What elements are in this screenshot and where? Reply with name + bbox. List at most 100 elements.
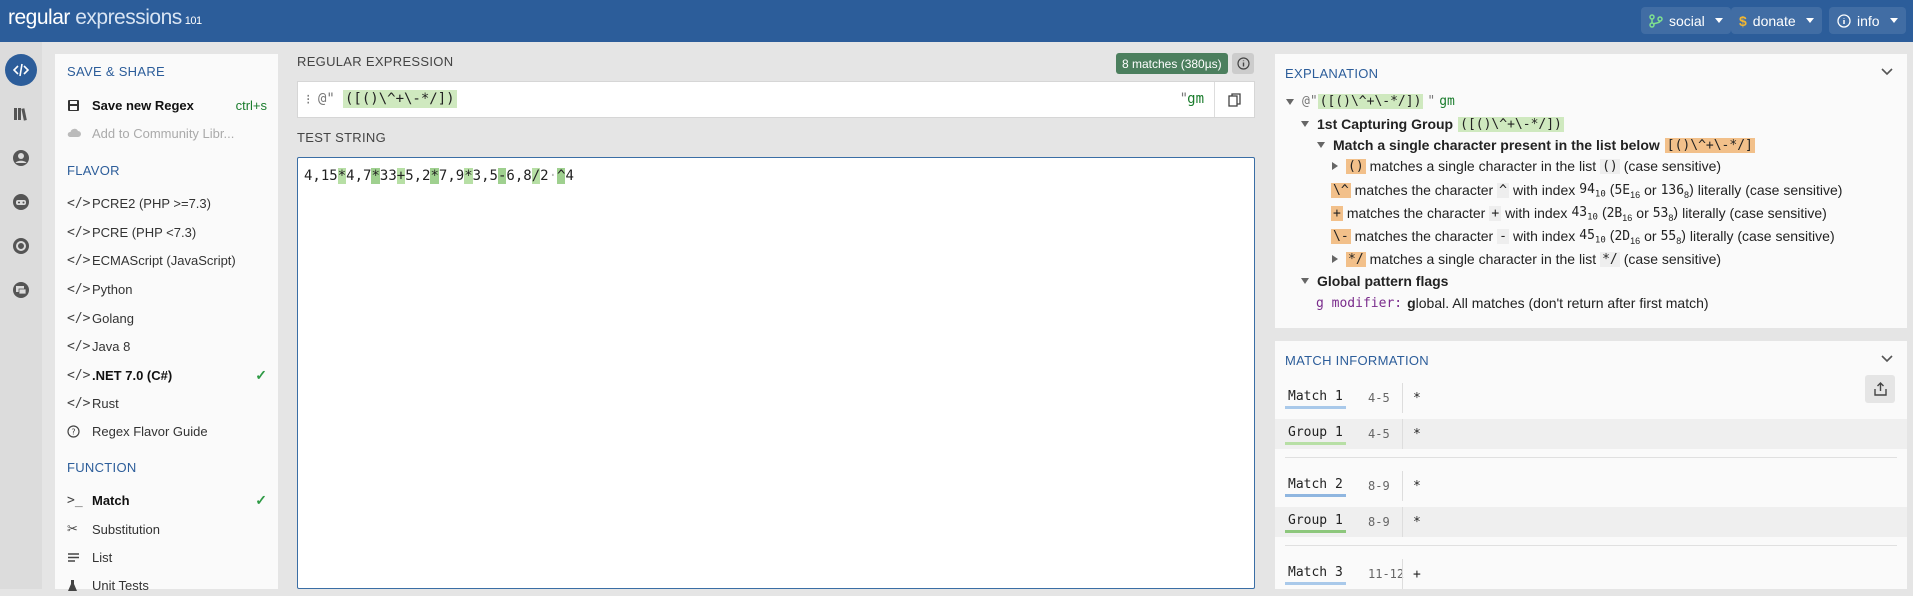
explanation-flags[interactable]: Global pattern flags: [1301, 273, 1448, 289]
chevron-down-icon[interactable]: [1881, 355, 1893, 363]
expand-triangle-icon[interactable]: [1286, 98, 1294, 105]
expand-triangle-icon[interactable]: [1301, 121, 1309, 127]
donate-button[interactable]: $ donate: [1731, 7, 1822, 34]
match-highlight[interactable]: /: [531, 168, 541, 184]
svg-text:?: ?: [71, 427, 75, 436]
group-row[interactable]: Group 1 8-9 *: [1275, 507, 1907, 537]
save-icon: [67, 99, 85, 112]
copy-button[interactable]: [1214, 82, 1254, 117]
explanation-set[interactable]: Match a single character present in the …: [1317, 137, 1755, 153]
flavor-rust[interactable]: </> Rust: [67, 392, 267, 414]
root-prefix: @": [1302, 94, 1318, 109]
explanation-group[interactable]: 1st Capturing Group ([()\^+\-*/]): [1301, 116, 1564, 132]
explanation-line-plus: + matches the character + with index 431…: [1331, 204, 1827, 223]
flavor-golang[interactable]: </> Golang: [67, 307, 267, 329]
code-icon: [13, 63, 29, 77]
rail-chat-button[interactable]: [5, 274, 37, 306]
regex-heading: REGULAR EXPRESSION: [297, 54, 454, 69]
test-string-text: 4,15*4,7*33+5,2*7,9*3,5-6,8/2·^4: [304, 168, 574, 184]
rail-editor-button[interactable]: [5, 54, 37, 86]
explanation-root[interactable]: @" ([()\^+\-*/]) " gm: [1286, 94, 1455, 109]
regex-pattern[interactable]: ([()\^+\-*/]): [343, 90, 457, 108]
explanation-g-modifier: g modifier: g lobal. All matches (don't r…: [1316, 295, 1709, 311]
sidebar: SAVE & SHARE Save new Regex ctrl+s Add t…: [55, 54, 278, 593]
terminal-icon: >_: [67, 492, 83, 508]
expand-triangle-icon[interactable]: [1301, 278, 1309, 284]
rail-quiz-button[interactable]: [5, 186, 37, 218]
match-highlight[interactable]: *: [337, 168, 347, 184]
regex-info-button[interactable]: [1232, 53, 1254, 74]
expand-triangle-icon[interactable]: [1332, 162, 1338, 170]
branch-icon: [1649, 13, 1663, 28]
rail-settings-button[interactable]: [5, 230, 37, 262]
flavor-label: PCRE2 (PHP >=7.3): [92, 195, 211, 211]
info-label: info: [1857, 12, 1880, 29]
flavor-java[interactable]: </> Java 8: [67, 335, 267, 357]
group-row[interactable]: Group 1 4-5 *: [1275, 419, 1907, 449]
logo[interactable]: regular expressions 101: [8, 6, 202, 30]
flavor-python[interactable]: </> Python: [67, 278, 267, 300]
g-modifier-label: g modifier:: [1316, 295, 1403, 311]
social-button[interactable]: social: [1641, 7, 1731, 34]
test-text-segment: 7,9: [438, 168, 465, 184]
function-match[interactable]: >_ Match ✓: [67, 489, 267, 511]
line3-hex: 2B: [1606, 206, 1623, 221]
match-row[interactable]: Match 2 8-9 *: [1275, 471, 1907, 501]
group-range: 4-5: [1368, 427, 1390, 441]
rail-library-button[interactable]: [5, 98, 37, 130]
match-row[interactable]: Match 1 4-5 *: [1275, 383, 1907, 413]
root-pattern: ([()\^+\-*/]): [1317, 94, 1424, 109]
line3-dec: 4310: [1571, 204, 1598, 223]
flavor-pcre2[interactable]: </> PCRE2 (PHP >=7.3): [67, 192, 267, 214]
flavor-label: Rust: [92, 395, 119, 411]
function-unit-tests[interactable]: Unit Tests: [67, 574, 267, 596]
info-button[interactable]: info: [1829, 7, 1906, 34]
match-highlight[interactable]: *: [464, 168, 473, 184]
match-highlight[interactable]: +: [396, 168, 406, 184]
match-highlight[interactable]: *: [371, 168, 380, 184]
line5-tail: (case sensitive): [1623, 251, 1722, 267]
group-range: 8-9: [1368, 515, 1390, 529]
add-to-community-button[interactable]: Add to Community Libr...: [67, 122, 267, 144]
function-label: Substitution: [92, 521, 160, 537]
test-text-segment: 5,2: [405, 168, 431, 184]
match-highlight[interactable]: *: [430, 168, 439, 184]
check-icon: ✓: [255, 366, 267, 383]
explanation-line-parens[interactable]: () matches a single character in the lis…: [1332, 158, 1721, 174]
function-label: Unit Tests: [92, 577, 149, 593]
regex-input[interactable]: ⁝ @" ([()\^+\-*/]) " gm: [297, 81, 1255, 118]
function-list[interactable]: List: [67, 546, 267, 568]
regex-prefix: @": [318, 91, 335, 107]
save-regex-button[interactable]: Save new Regex ctrl+s: [67, 94, 267, 116]
test-text-segment: 4: [565, 168, 574, 184]
line2-text: matches the character: [1354, 182, 1494, 199]
line3-text: matches the character: [1346, 205, 1486, 222]
flavor-dotnet[interactable]: </> .NET 7.0 (C#) ✓: [67, 364, 267, 386]
expand-triangle-icon[interactable]: [1332, 255, 1338, 263]
line5-code: */: [1600, 251, 1620, 267]
flavor-pcre[interactable]: </> PCRE (PHP <7.3): [67, 221, 267, 243]
chevron-down-icon[interactable]: [1881, 68, 1893, 76]
explanation-line-slash[interactable]: */ matches a single character in the lis…: [1332, 251, 1721, 267]
code-icon: </>: [67, 281, 91, 297]
rail-account-button[interactable]: [5, 142, 37, 174]
line4-text: matches the character: [1354, 228, 1494, 245]
match-row[interactable]: Match 3 11-12 +: [1275, 559, 1907, 589]
regex-flags-button[interactable]: gm: [1187, 91, 1204, 107]
drag-handle-icon[interactable]: ⁝: [306, 91, 310, 108]
copy-icon: [1228, 92, 1241, 107]
flavor-ecmascript[interactable]: </> ECMAScript (JavaScript): [67, 249, 267, 271]
line4-char: -: [1497, 228, 1509, 244]
row-divider: [1402, 559, 1403, 589]
line4-token: \-: [1331, 228, 1351, 244]
info-icon: [1236, 57, 1250, 70]
regex-flavor-guide-link[interactable]: ? Regex Flavor Guide: [67, 420, 267, 442]
chevron-down-icon: [1889, 18, 1898, 23]
match-name: Match 2: [1285, 475, 1346, 497]
test-string-input[interactable]: 4,15*4,7*33+5,2*7,9*3,5-6,8/2·^4: [297, 157, 1255, 589]
match-range: 4-5: [1368, 391, 1390, 405]
function-substitution[interactable]: ✂ Substitution: [67, 518, 267, 540]
expand-triangle-icon[interactable]: [1317, 142, 1325, 148]
flavor-label: ECMAScript (JavaScript): [92, 252, 236, 268]
test-string-heading: TEST STRING: [297, 130, 387, 145]
